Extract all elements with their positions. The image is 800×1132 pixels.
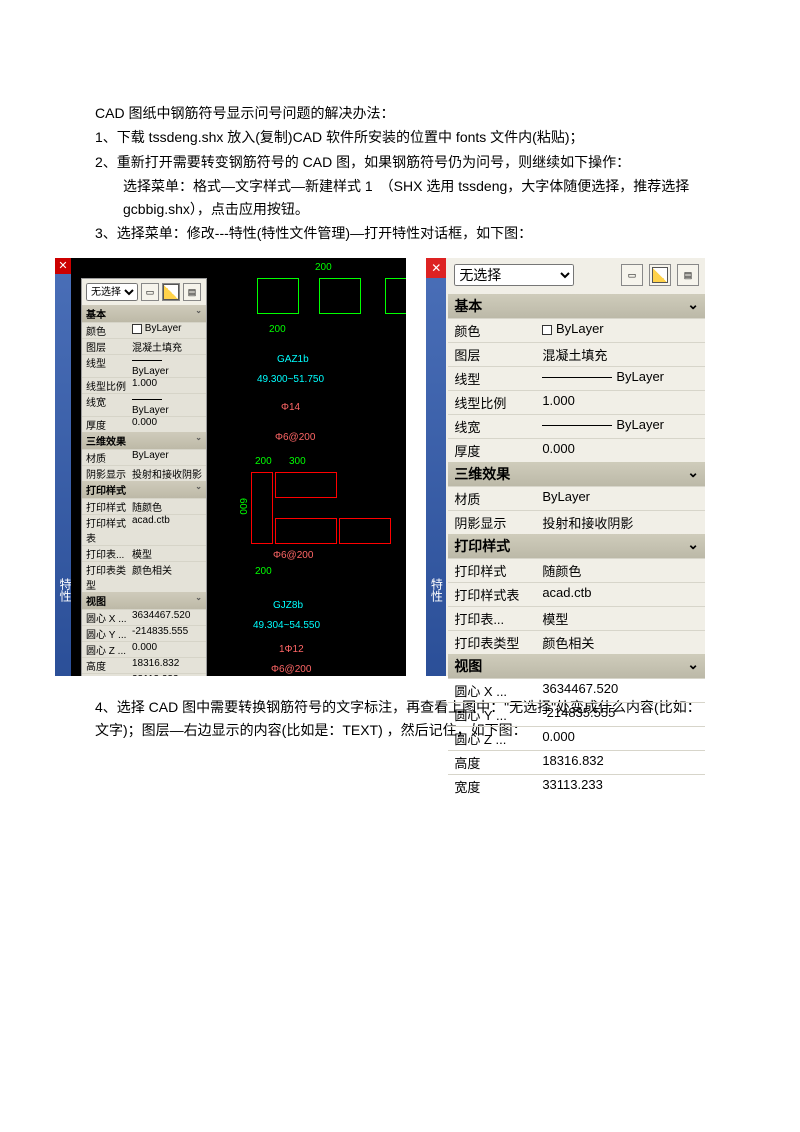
prop-row[interactable]: 打印样式表acad.ctb [82,514,206,545]
selection-dropdown[interactable]: 无选择 [454,264,574,286]
close-icon[interactable]: ✕ [426,258,446,278]
doc-p3: 3、选择菜单：修改---特性(特性文件管理)—打开特性对话框，如下图： [95,222,705,244]
doc-p2a: 选择菜单：格式—文字样式—新建样式 1 （SHX 选用 tssdeng，大字体随… [95,175,705,220]
dim-label: 200 [255,456,272,467]
prop-row[interactable]: 线型比例1.000 [82,377,206,393]
section-basic[interactable]: 基本⌄ [82,305,206,322]
text-label: Φ6@200 [275,432,315,443]
doc-p1: 1、下载 tssdeng.shx 放入(复制)CAD 软件所安装的位置中 fon… [95,126,705,148]
prop-row[interactable]: 打印样式随颜色 [448,558,705,582]
section-print[interactable]: 打印样式⌄ [448,534,705,558]
section-3d[interactable]: 三维效果⌄ [82,432,206,449]
text-label: 1Φ12 [279,644,304,655]
prop-row[interactable]: 高度18316.832 [448,750,705,774]
doc-title: CAD 图纸中钢筋符号显示问号问题的解决办法： [95,102,705,124]
prop-row[interactable]: 材质ByLayer [448,486,705,510]
prop-row[interactable]: 圆心 Y ...-214835.555 [448,702,705,726]
prop-row[interactable]: 打印样式表acad.ctb [448,582,705,606]
section-3d[interactable]: 三维效果⌄ [448,462,705,486]
prop-row[interactable]: 打印表...模型 [82,545,206,561]
prop-row[interactable]: 阴影显示投射和接收阴影 [82,465,206,481]
text-label: Φ14 [281,402,300,413]
sidebar-label: 特性 [428,578,445,602]
prop-row[interactable]: 厚度0.000 [448,438,705,462]
quick-select-icon[interactable] [649,264,671,286]
toggle-pick-icon[interactable]: ▤ [183,283,201,301]
text-label: Φ6@200 [271,664,311,675]
prop-row[interactable]: 图层混凝土填充 [82,338,206,354]
properties-panel-large: ✕ 特性 无选择 ▭ ▤ 基本⌄ 颜色 ByLayer 图层混凝土填充 线型By… [426,258,705,676]
cad-rect [385,278,406,314]
section-view[interactable]: 视图⌄ [82,592,206,609]
close-icon[interactable]: ✕ [55,258,71,274]
prop-row[interactable]: 线型比例1.000 [448,390,705,414]
dim-label: 300 [289,456,306,467]
doc-p2: 2、重新打开需要转变钢筋符号的 CAD 图，如果钢筋符号仍为问号，则继续如下操作… [95,151,705,173]
section-view[interactable]: 视图⌄ [448,654,705,678]
prop-row[interactable]: 宽度33113.233 [82,673,206,676]
cad-rect [251,472,273,544]
prop-row[interactable]: 高度18316.832 [82,657,206,673]
cad-rect [275,472,337,498]
prop-row[interactable]: 厚度0.000 [82,416,206,432]
dim-label: 200 [255,566,272,577]
prop-row[interactable]: 打印表...模型 [448,606,705,630]
prop-row[interactable]: 线型ByLayer [82,354,206,377]
dim-label: 200 [315,262,332,273]
prop-row[interactable]: 打印表类型颜色相关 [82,561,206,592]
prop-row[interactable]: 圆心 Z ...0.000 [448,726,705,750]
prop-row[interactable]: 图层混凝土填充 [448,342,705,366]
sidebar-label: 特性 [57,578,74,602]
section-basic[interactable]: 基本⌄ [448,294,705,318]
toggle-pick-icon[interactable]: ▤ [677,264,699,286]
prop-row[interactable]: 材质ByLayer [82,449,206,465]
prop-row[interactable]: 圆心 Y ...-214835.555 [82,625,206,641]
prop-row[interactable]: 圆心 X ...3634467.520 [82,609,206,625]
section-print[interactable]: 打印样式⌄ [82,481,206,498]
prop-row[interactable]: 颜色 ByLayer [82,322,206,338]
text-label: 49.300~51.750 [257,374,324,385]
prop-row[interactable]: 线宽ByLayer [82,393,206,416]
prop-row[interactable]: 圆心 Z ...0.000 [82,641,206,657]
select-objects-icon[interactable]: ▭ [141,283,159,301]
selection-dropdown[interactable]: 无选择 [86,283,138,301]
dim-label: 200 [269,324,286,335]
text-label: Φ6@200 [273,550,313,561]
dim-label: 600 [237,498,248,515]
properties-palette-small: 无选择 ▭ ▤ 基本⌄ 颜色 ByLayer 图层混凝土填充 线型ByLayer… [81,278,207,676]
figures-row: ✕ 特性 200 200 GAZ1b 49.300~51.750 Φ14 Φ6@… [55,258,705,676]
sidebar-bar [55,258,71,676]
cad-rect [257,278,299,314]
prop-row[interactable]: 打印样式随颜色 [82,498,206,514]
sidebar-bar [426,258,446,676]
cad-rect [339,518,391,544]
prop-row[interactable]: 颜色 ByLayer [448,318,705,342]
prop-row[interactable]: 线型ByLayer [448,366,705,390]
prop-row[interactable]: 打印表类型颜色相关 [448,630,705,654]
text-label: GAZ1b [277,354,309,365]
prop-row[interactable]: 线宽ByLayer [448,414,705,438]
prop-row[interactable]: 阴影显示投射和接收阴影 [448,510,705,534]
select-objects-icon[interactable]: ▭ [621,264,643,286]
cad-rect [275,518,337,544]
cad-screenshot-left: ✕ 特性 200 200 GAZ1b 49.300~51.750 Φ14 Φ6@… [55,258,406,676]
cad-rect [319,278,361,314]
text-label: 49.304~54.550 [253,620,320,631]
text-label: GJZ8b [273,600,303,611]
quick-select-icon[interactable] [162,283,180,301]
prop-row[interactable]: 宽度33113.233 [448,774,705,798]
prop-row[interactable]: 圆心 X ...3634467.520 [448,678,705,702]
